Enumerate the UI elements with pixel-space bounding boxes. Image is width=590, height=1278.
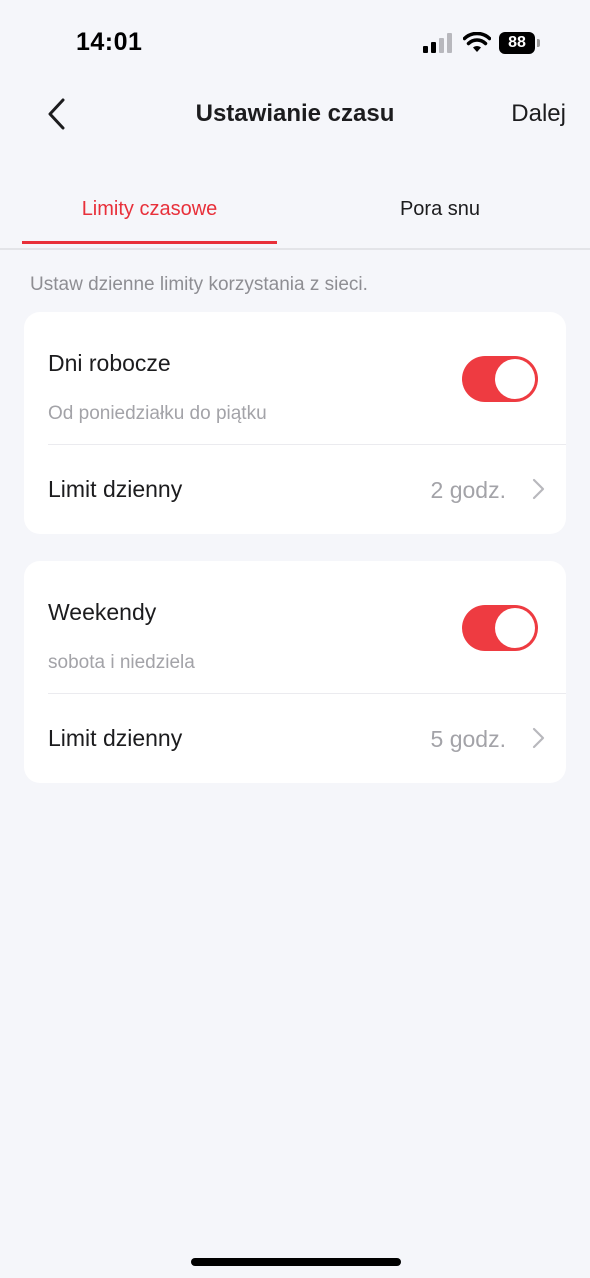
home-indicator[interactable] <box>191 1258 401 1266</box>
limit-label: Limit dzienny <box>48 476 183 502</box>
description-text: Ustaw dzienne limity korzystania z sieci… <box>30 274 368 295</box>
toggle-knob <box>495 359 535 399</box>
weekdays-toggle[interactable] <box>462 356 538 402</box>
limit-value: 5 godz. <box>430 726 506 752</box>
tab-bar: Limity czasowe Pora snu <box>0 180 590 250</box>
battery-cap <box>537 39 540 47</box>
chevron-right-icon <box>532 727 545 749</box>
toggle-knob <box>495 608 535 648</box>
status-bar: 14:01 88 <box>0 0 590 88</box>
tab-time-limits[interactable]: Limity czasowe <box>22 180 277 248</box>
weekdays-daily-limit-row[interactable]: Limit dzienny 2 godz. <box>24 445 566 534</box>
card-subtitle: Od poniedziałku do piątku <box>48 403 267 424</box>
page-title: Ustawianie czasu <box>195 100 395 127</box>
weekends-toggle[interactable] <box>462 605 538 651</box>
card-subtitle: sobota i niedziela <box>48 652 195 673</box>
card-title: Dni robocze <box>48 350 171 376</box>
limit-label: Limit dzienny <box>48 725 183 751</box>
weekdays-card: Dni robocze Od poniedziałku do piątku Li… <box>24 312 566 534</box>
header: Ustawianie czasu Dalej <box>0 88 590 140</box>
weekends-daily-limit-row[interactable]: Limit dzienny 5 godz. <box>24 694 566 783</box>
limit-value: 2 godz. <box>430 477 506 503</box>
status-time: 14:01 <box>76 28 143 56</box>
battery-level: 88 <box>499 32 535 54</box>
chevron-right-icon <box>532 478 545 500</box>
next-button[interactable]: Dalej <box>511 100 566 128</box>
card-title: Weekendy <box>48 599 157 625</box>
wifi-icon <box>463 32 491 52</box>
cellular-signal-icon <box>423 33 452 53</box>
battery-icon: 88 <box>499 32 545 54</box>
tab-bedtime[interactable]: Pora snu <box>310 180 570 248</box>
weekends-card: Weekendy sobota i niedziela Limit dzienn… <box>24 561 566 783</box>
active-tab-indicator <box>22 241 277 244</box>
